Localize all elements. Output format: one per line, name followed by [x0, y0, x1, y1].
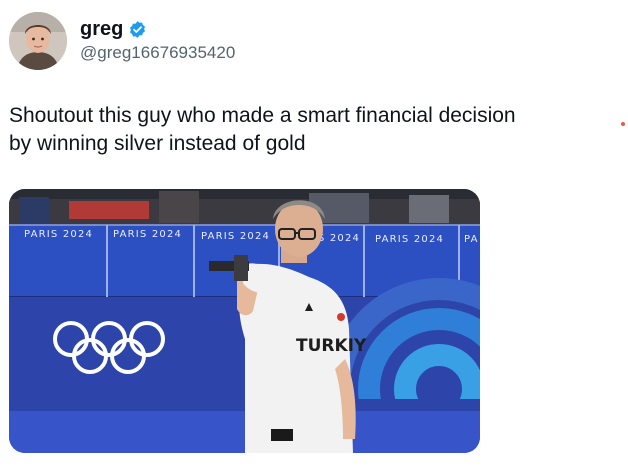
verified-badge-icon[interactable]	[128, 20, 147, 39]
shirt-print: TURKIY	[296, 336, 367, 356]
display-name[interactable]: greg	[80, 18, 123, 40]
avatar-image	[9, 12, 67, 70]
board-label-1: PARIS 2024	[113, 229, 182, 240]
board-label-4: PARIS 2024	[375, 234, 444, 245]
board-label-5: PA	[464, 234, 479, 245]
notification-dot	[621, 122, 625, 126]
tweet-text: Shoutout this guy who made a smart finan…	[9, 104, 516, 155]
tweet-media-image[interactable]: PARIS 2024 PARIS 2024 PARIS 2024 PARIS 2…	[9, 189, 480, 453]
author-name-row: greg	[80, 18, 147, 40]
board-label-2: PARIS 2024	[201, 231, 270, 242]
author-handle[interactable]: @greg16676935420	[80, 42, 235, 64]
avatar[interactable]	[9, 12, 67, 70]
board-label-0: PARIS 2024	[24, 229, 93, 240]
photo-olympic-shooter: PARIS 2024 PARIS 2024 PARIS 2024 PARIS 2…	[9, 189, 480, 453]
flag-patch-icon	[337, 313, 345, 321]
